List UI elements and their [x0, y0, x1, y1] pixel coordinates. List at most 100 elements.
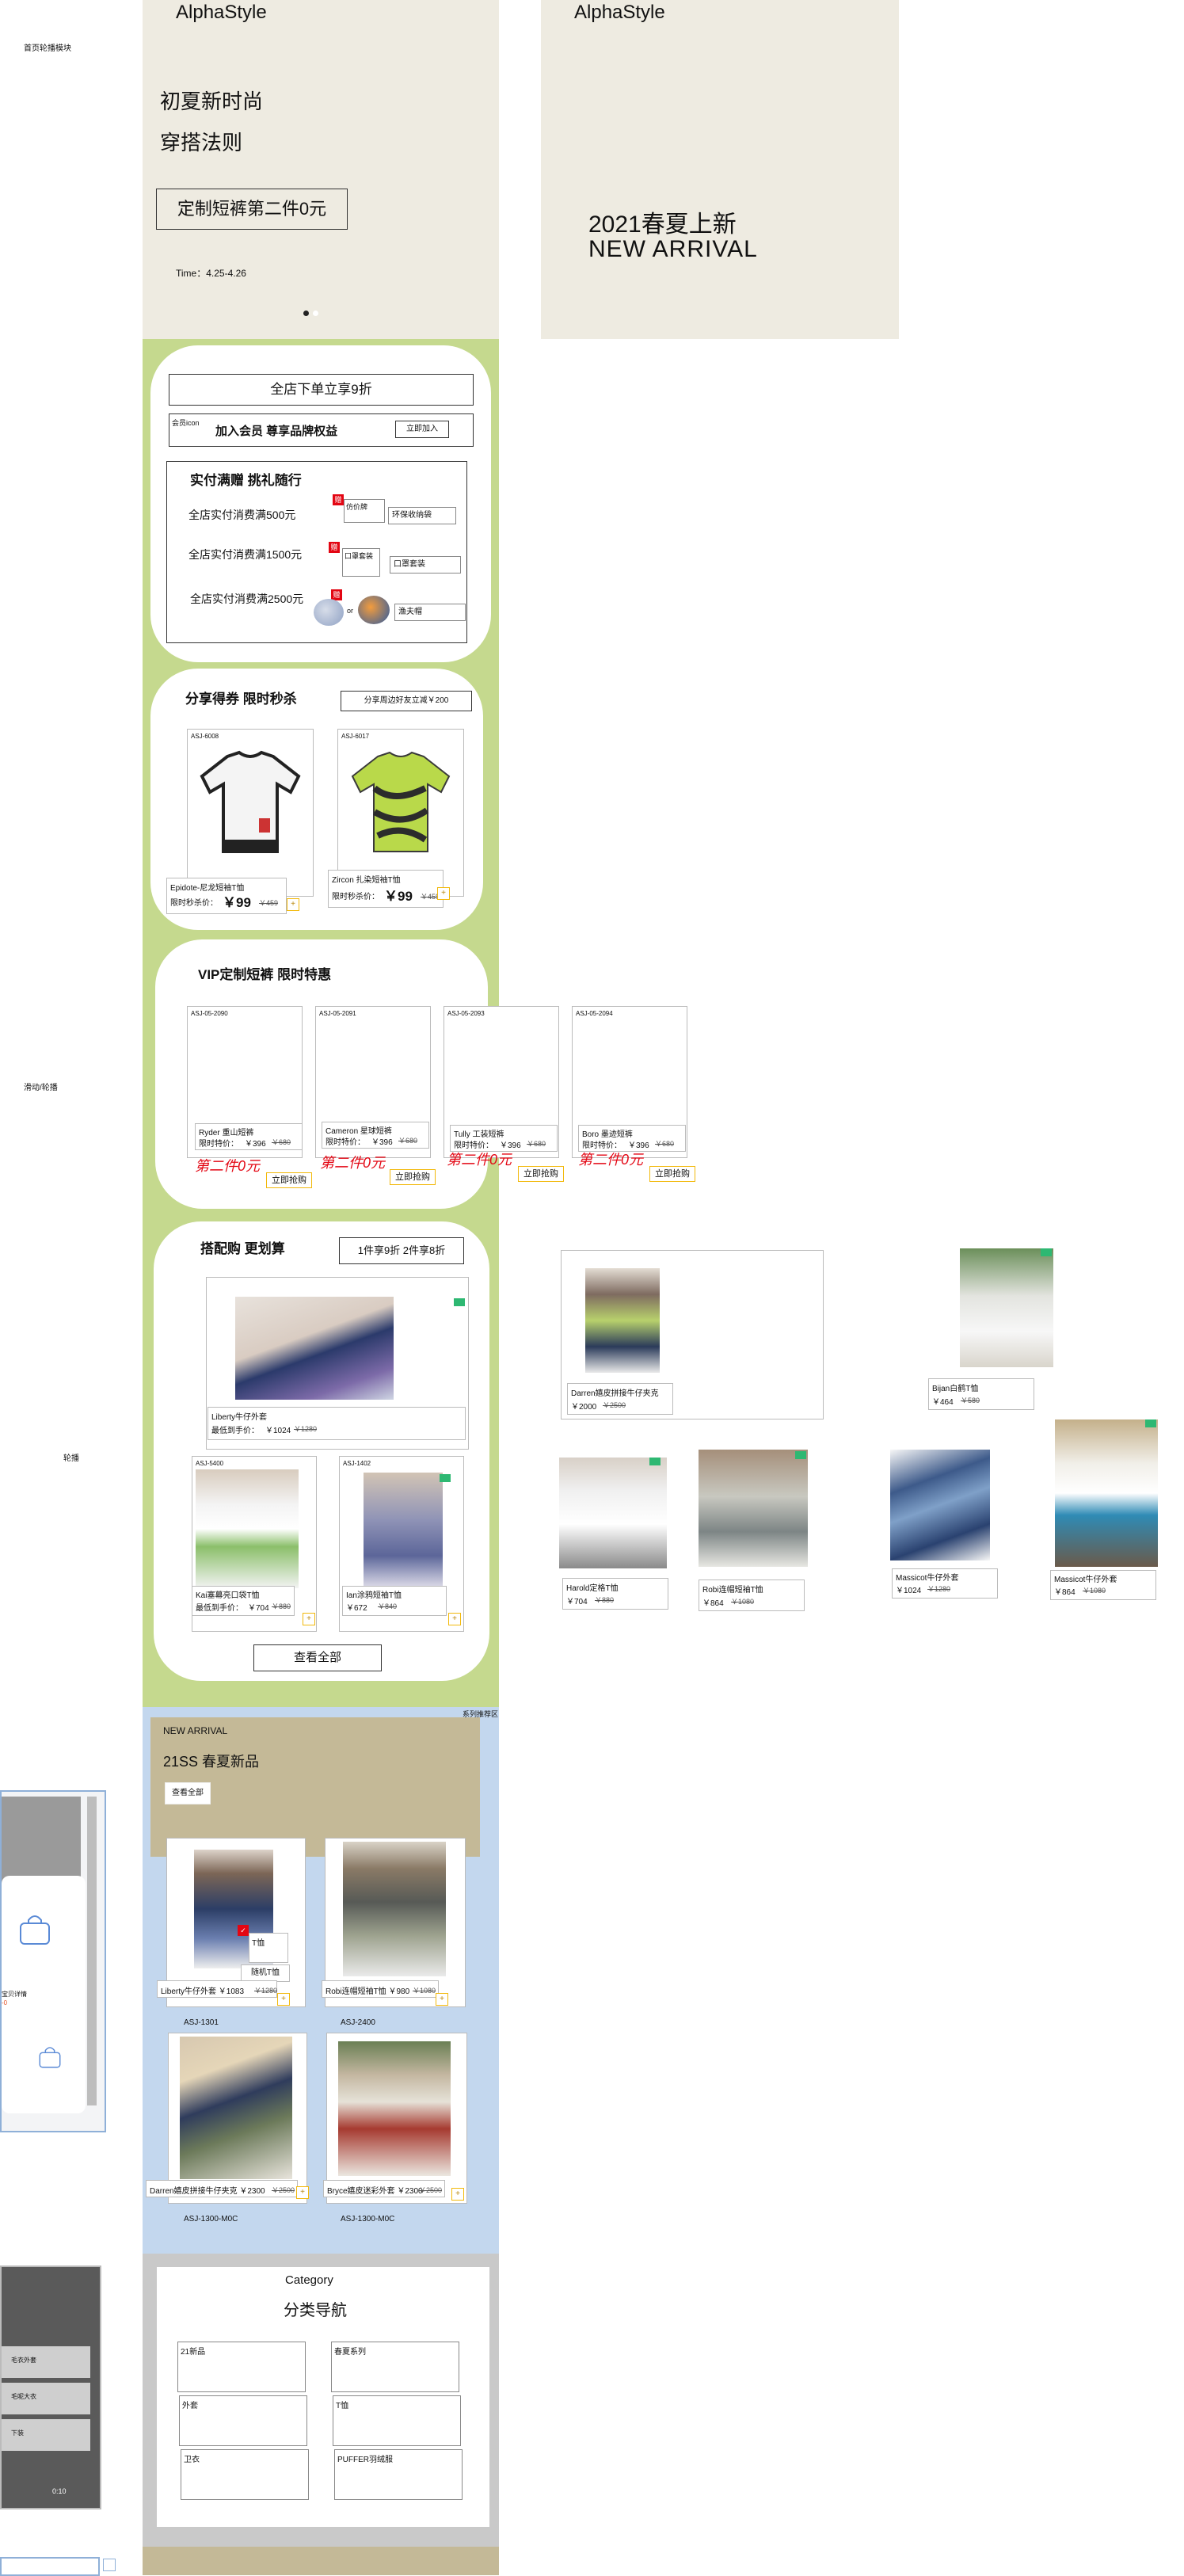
- add-cart-icon[interactable]: +: [436, 1993, 448, 2006]
- member-join-button[interactable]: 立即加入: [395, 421, 449, 438]
- price: ￥704: [566, 1598, 588, 1606]
- price-tag: Tully 工装短裤 限时特价： ￥396 ￥680: [450, 1125, 558, 1152]
- new-badge: [1041, 1248, 1052, 1256]
- category-cell[interactable]: 卫衣: [181, 2449, 309, 2500]
- category-cell[interactable]: PUFFER羽绒服: [334, 2449, 463, 2500]
- buy-now-button[interactable]: 立即抢购: [518, 1166, 564, 1182]
- hotspot-tag-icon[interactable]: ✓: [238, 1925, 249, 1936]
- sku-label: ASJ-1300-M0C: [184, 2215, 238, 2224]
- price: ￥704: [248, 1604, 269, 1613]
- old-price: ￥1080: [1083, 1587, 1106, 1595]
- price-label: 最低到手价：: [211, 1427, 259, 1435]
- old-price: ￥580: [961, 1397, 980, 1404]
- new-badge: [795, 1451, 806, 1459]
- category-cell[interactable]: 外套: [179, 2395, 307, 2446]
- add-cart-icon[interactable]: +: [296, 2186, 309, 2199]
- product-name: Liberty牛仔外套: [211, 1413, 268, 1422]
- price-tag: Liberty牛仔外套 最低到手价： ￥1024 ￥1280: [207, 1407, 466, 1440]
- carousel-dot[interactable]: [313, 311, 318, 316]
- video-list-item[interactable]: 毛衣外套: [2, 2346, 90, 2378]
- old-price: ￥1080: [413, 1987, 436, 1995]
- category-cell[interactable]: 春夏系列: [331, 2342, 459, 2392]
- list-item-label: 毛呢大衣: [11, 2393, 36, 2400]
- carousel-dot-active[interactable]: [303, 311, 309, 316]
- cap-icon: [314, 599, 344, 626]
- hero2-line-2: NEW ARRIVAL: [588, 236, 758, 262]
- old-price: ￥1280: [294, 1425, 318, 1433]
- new-arrival-view-all[interactable]: 查看全部: [165, 1782, 211, 1804]
- flash-title: 分享得券 限时秒杀: [185, 692, 297, 707]
- old-price: ￥1280: [927, 1585, 951, 1593]
- product-name: Darren嬉皮拼接牛仔夹克: [571, 1389, 659, 1398]
- video-list-item[interactable]: 毛呢大衣: [2, 2383, 90, 2414]
- price-tag: Liberty牛仔外套 ￥1083 ￥1280: [157, 1980, 277, 1998]
- category-cell[interactable]: T恤: [333, 2395, 461, 2446]
- model-image: [364, 1473, 443, 1591]
- gift-image: 仿价牌: [344, 499, 385, 523]
- hotspot-tooltip-2: 随机T恤: [241, 1964, 290, 1982]
- buy-now-button[interactable]: 立即抢购: [390, 1169, 436, 1185]
- product-price-text: Bryce嬉皮迷彩外套 ￥2300: [327, 2187, 423, 2196]
- second-free-tag: 第二件0元: [578, 1152, 644, 1168]
- shopping-bag-icon[interactable]: [36, 2044, 63, 2071]
- hero-line-1: 初夏新时尚: [160, 90, 264, 113]
- deal-button[interactable]: 1件享9折 2件享8折: [339, 1237, 464, 1264]
- old-price: ￥880: [272, 1602, 291, 1610]
- hero-banner-2: [541, 0, 899, 339]
- category-en: Category: [285, 2273, 333, 2287]
- bottom-square-icon[interactable]: [103, 2559, 116, 2571]
- gift-or: or: [347, 607, 354, 615]
- price-tag: Robi连帽短袖T恤 ￥864 ￥1080: [699, 1580, 805, 1611]
- price: ￥99: [223, 895, 251, 910]
- share-button[interactable]: 分享周边好友立减￥200: [341, 691, 472, 711]
- product-card[interactable]: [168, 2033, 307, 2204]
- price: ￥1024: [896, 1587, 922, 1595]
- video-mockup: 毛衣外套 毛呢大衣 下装 0:10: [0, 2265, 101, 2509]
- add-cart-icon[interactable]: +: [451, 2188, 464, 2201]
- product-card[interactable]: ASJ-6008: [187, 729, 314, 897]
- old-price: ￥2500: [272, 2186, 295, 2194]
- new-arrival-label: NEW ARRIVAL: [163, 1725, 228, 1736]
- product-card[interactable]: [326, 2033, 467, 2204]
- tier-1-condition: 全店实付消费满500元: [188, 509, 296, 521]
- hero-banner: [143, 0, 499, 339]
- old-price: ￥880: [595, 1596, 615, 1604]
- sku-label: ASJ-6017: [341, 733, 370, 740]
- sku-label: ASJ-05-2093: [447, 1010, 485, 1017]
- old-price: ￥1280: [254, 1987, 278, 1995]
- member-bar[interactable]: 会员icon 加入会员 尊享品牌权益 立即加入: [169, 413, 474, 447]
- model-image[interactable]: [1055, 1419, 1158, 1567]
- bottom-input[interactable]: [0, 2557, 100, 2576]
- category-cell[interactable]: 21新品: [177, 2342, 306, 2392]
- buy-now-button[interactable]: 立即抢购: [649, 1166, 695, 1182]
- add-cart-icon[interactable]: +: [448, 1613, 461, 1625]
- model-image[interactable]: [699, 1450, 808, 1567]
- price: ￥396: [245, 1140, 266, 1149]
- match-title: 搭配购 更划算: [200, 1241, 285, 1256]
- model-image: [338, 2041, 451, 2176]
- price-tag: Massicot牛仔外套 ￥864 ￥1080: [1050, 1570, 1156, 1600]
- gift-label: 环保收纳袋: [388, 507, 456, 524]
- buy-now-button[interactable]: 立即抢购: [266, 1172, 312, 1188]
- product-name: Massicot牛仔外套: [896, 1574, 959, 1583]
- denim-jacket-image[interactable]: [890, 1450, 990, 1560]
- add-cart-icon[interactable]: +: [437, 887, 450, 900]
- model-image[interactable]: [559, 1458, 667, 1568]
- product-name: Bijan白鹤T恤: [932, 1385, 979, 1393]
- view-all-button[interactable]: 查看全部: [253, 1644, 382, 1671]
- product-name: Ryder 重山短裤: [199, 1129, 254, 1137]
- mockup-scrollbar[interactable]: [87, 1797, 97, 2105]
- video-list-item[interactable]: 下装: [2, 2419, 90, 2451]
- sku-label: ASJ-1301: [184, 2018, 219, 2027]
- add-cart-icon[interactable]: +: [303, 1613, 315, 1625]
- second-free-tag: 第二件0元: [320, 1155, 386, 1171]
- add-cart-icon[interactable]: +: [277, 1993, 290, 2006]
- model-image[interactable]: [960, 1248, 1053, 1367]
- hero-cta-button[interactable]: 定制短裤第二件0元: [156, 189, 348, 230]
- price-label: 限时秒杀价：: [332, 893, 379, 901]
- discount-banner[interactable]: 全店下单立享9折: [169, 374, 474, 406]
- price: ￥396: [371, 1138, 393, 1147]
- product-name: Tully 工装短裤: [454, 1130, 504, 1139]
- add-cart-icon[interactable]: +: [287, 898, 299, 911]
- second-free-tag: 第二件0元: [195, 1158, 261, 1174]
